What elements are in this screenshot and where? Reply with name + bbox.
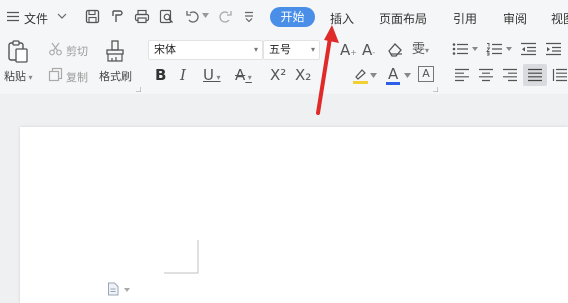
tab-review-label: 审阅 [503, 12, 528, 26]
font-name-select[interactable]: 宋体 ▾ [148, 40, 263, 60]
font-color-icon: A [388, 65, 399, 83]
italic-icon: I [180, 66, 186, 84]
clipboard-dialog-launcher[interactable] [136, 87, 141, 92]
align-center-icon[interactable] [478, 68, 494, 82]
chevron-down-icon[interactable] [57, 12, 67, 20]
font-size-value: 五号 [269, 43, 291, 56]
bold-button[interactable]: B [155, 66, 166, 84]
copy-label: 复制 [66, 71, 88, 84]
cut-button[interactable]: 剪切 [66, 43, 88, 59]
print-preview-icon[interactable] [159, 9, 174, 24]
paste-label: 粘贴 [4, 70, 26, 83]
align-left-icon[interactable] [454, 68, 470, 82]
format-painter-label: 格式刷 [99, 70, 132, 83]
print-icon[interactable] [134, 9, 150, 24]
document-icon[interactable] [107, 282, 120, 296]
font-color-dropdown-icon[interactable] [404, 73, 411, 78]
font-dialog-launcher[interactable] [433, 87, 438, 92]
bold-icon: B [155, 66, 167, 84]
tab-home-label: 开始 [280, 10, 305, 24]
align-justify-icon [528, 68, 542, 82]
format-painter-button[interactable]: 格式刷 [99, 68, 132, 84]
brush-icon[interactable] [104, 39, 126, 63]
paste-button[interactable]: 粘贴 ▾ [4, 68, 33, 84]
bullets-dropdown-icon[interactable] [472, 47, 478, 51]
phonetic-guide-icon: 雯 [412, 42, 426, 57]
tab-references[interactable]: 引用 [453, 10, 477, 27]
paste-icon[interactable] [6, 40, 30, 64]
font-color-bar [386, 82, 400, 85]
grow-font-button[interactable]: A+ [340, 41, 357, 62]
menu-icon[interactable] [6, 11, 20, 22]
document-page[interactable] [20, 127, 568, 303]
tab-view[interactable]: 视图 [551, 10, 568, 27]
cut-label: 剪切 [66, 45, 88, 58]
grow-font-icon: A [340, 41, 351, 59]
align-right-icon[interactable] [502, 68, 518, 82]
shrink-font-icon: A [362, 41, 373, 59]
customize-icon[interactable] [244, 11, 254, 22]
tab-review[interactable]: 审阅 [503, 10, 527, 27]
superscript-button[interactable]: X² [270, 66, 286, 84]
strikethrough-button[interactable]: A ▾ [235, 66, 252, 87]
strikethrough-icon: A [235, 66, 246, 84]
underline-button[interactable]: U ▾ [203, 66, 221, 87]
distribute-icon[interactable] [552, 68, 568, 82]
shrink-font-button[interactable]: A- [362, 41, 375, 62]
file-menu-label: 文件 [24, 12, 49, 26]
undo-dropdown-icon[interactable] [202, 13, 209, 18]
page-margin-corner [164, 240, 200, 274]
tab-references-label: 引用 [453, 12, 478, 26]
underline-icon: U [203, 66, 214, 84]
decrease-indent-icon[interactable] [520, 42, 537, 56]
scissors-icon[interactable] [48, 42, 63, 56]
document-icon-dropdown[interactable] [124, 288, 130, 292]
tab-view-label: 视图 [551, 12, 568, 26]
font-color-button[interactable]: A [388, 65, 398, 83]
char-border-button[interactable]: A [418, 66, 434, 82]
font-name-value: 宋体 [154, 43, 176, 56]
save-icon[interactable] [85, 9, 100, 24]
clear-format-icon[interactable] [387, 42, 404, 57]
superscript-icon: X² [270, 66, 287, 84]
copy-button[interactable]: 复制 [66, 69, 88, 85]
copy-icon[interactable] [48, 67, 63, 82]
format-painter-icon[interactable] [110, 9, 125, 24]
bullets-icon[interactable] [452, 42, 469, 56]
annotation-arrow [306, 24, 340, 116]
numbering-dropdown-icon[interactable] [506, 47, 512, 51]
italic-button[interactable]: I [180, 66, 186, 84]
align-justify-button[interactable] [523, 64, 547, 86]
highlight-icon[interactable] [352, 67, 369, 85]
tab-page-layout[interactable]: 页面布局 [379, 10, 427, 27]
highlight-dropdown-icon[interactable] [370, 73, 377, 78]
tab-page-layout-label: 页面布局 [379, 12, 428, 26]
phonetic-guide-button[interactable]: 雯▾ [412, 41, 429, 60]
chevron-down-icon: ▾ [253, 45, 258, 54]
char-border-icon: A [422, 67, 430, 80]
redo-icon[interactable] [218, 9, 233, 24]
numbering-icon[interactable] [486, 42, 503, 56]
increase-indent-icon[interactable] [545, 42, 562, 56]
undo-icon[interactable] [185, 9, 200, 24]
file-menu[interactable]: 文件 [24, 10, 48, 27]
